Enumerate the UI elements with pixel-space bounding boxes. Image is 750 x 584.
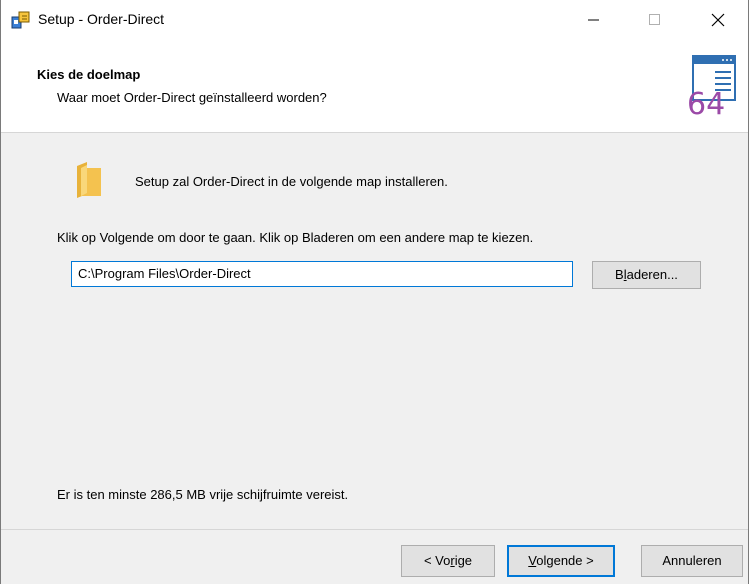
disk-space-text: Er is ten minste 286,5 MB vrije schijfru… (57, 487, 349, 502)
browse-button[interactable]: Bladeren... (592, 261, 701, 289)
setup-window: Setup - Order-Direct Kies de doelmap Waa… (0, 0, 749, 584)
maximize-icon (649, 14, 660, 25)
install-location-text: Setup zal Order-Direct in de volgende ma… (135, 174, 448, 189)
next-label-post: olgende > (536, 553, 594, 568)
setup-app-icon (11, 11, 30, 29)
wizard-header: Kies de doelmap Waar moet Order-Direct g… (1, 40, 748, 133)
minimize-button[interactable] (571, 0, 617, 40)
close-icon (711, 13, 725, 27)
page-title: Kies de doelmap (37, 67, 141, 82)
next-button[interactable]: Volgende > (507, 545, 615, 577)
prev-label-post: ige (454, 553, 473, 568)
prev-label-pre: < Vo (423, 553, 451, 568)
page-subtitle: Waar moet Order-Direct geïnstalleerd wor… (57, 90, 327, 105)
window-title: Setup - Order-Direct (38, 11, 165, 27)
footer-divider (1, 529, 748, 530)
maximize-button[interactable] (632, 0, 678, 40)
install-path-input[interactable]: C:\Program Files\Order-Direct (71, 261, 573, 287)
previous-button[interactable]: < Vorige (401, 545, 495, 577)
minimize-icon (588, 19, 599, 21)
browse-label-pre: B (615, 267, 624, 282)
cancel-button[interactable]: Annuleren (641, 545, 743, 577)
instruction-text: Klik op Volgende om door te gaan. Klik o… (57, 230, 534, 245)
icon-64-text: 64 (687, 87, 725, 116)
title-bar[interactable]: Setup - Order-Direct (1, 0, 748, 40)
folder-icon (77, 162, 101, 198)
browse-label-post: aderen... (626, 267, 678, 282)
close-button[interactable] (695, 0, 741, 40)
installer-64-icon: 64 (687, 55, 736, 116)
